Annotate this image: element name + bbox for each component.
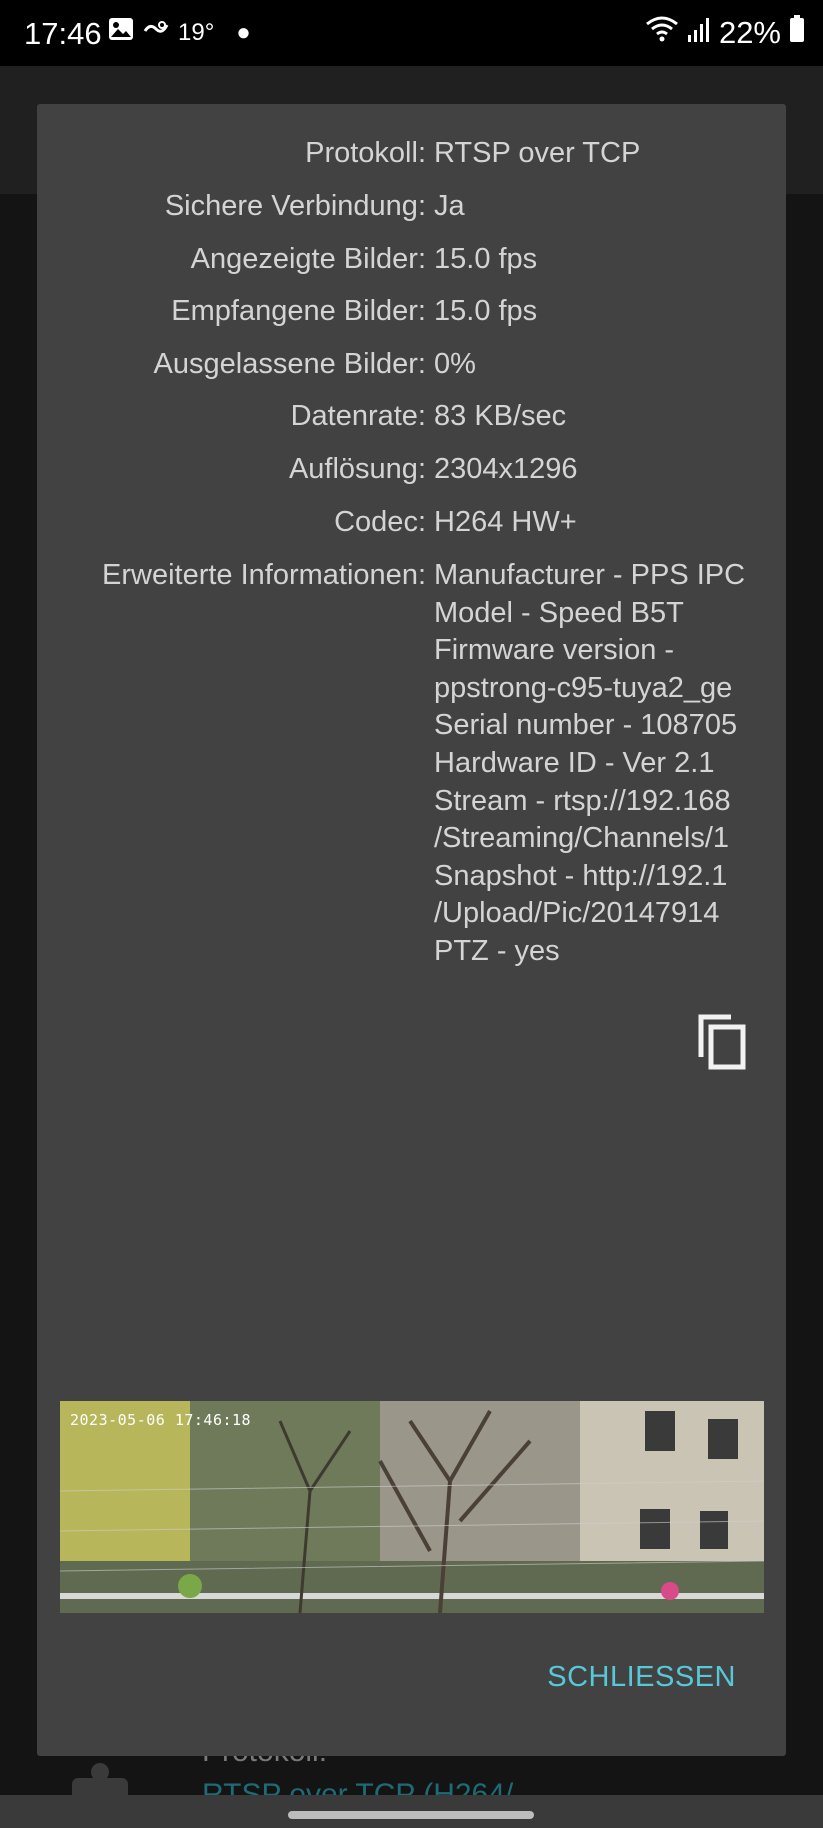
wifi-icon (645, 14, 679, 52)
info-key: Auflösung: (288, 453, 426, 485)
info-key: Empfangene Bilder: (171, 295, 426, 327)
weather-icon (142, 17, 170, 48)
info-value: H264 HW+ (434, 506, 577, 538)
extended-info-line: PTZ - yes (434, 934, 560, 967)
extended-info-line: ppstrong-c95-tuya2_ge (434, 671, 733, 704)
status-icons-left: 19° ● (108, 17, 251, 48)
extended-info-line: /Upload/Pic/20147914 (434, 897, 720, 930)
info-value: 2304x1296 (434, 453, 578, 485)
stream-info-dialog: Protokoll: RTSP over TCP Sichere Verbind… (37, 104, 786, 1756)
clock: 17:46 (24, 16, 102, 51)
extended-info-line: Firmware version - (434, 634, 675, 667)
extended-info-line: Stream - rtsp://192.168 (434, 784, 731, 817)
info-value: RTSP over TCP (434, 137, 641, 169)
close-button[interactable]: SCHLIESSEN (547, 1661, 736, 1694)
info-key: Ausgelassene Bilder: (153, 348, 426, 380)
info-key: Sichere Verbindung: (164, 190, 426, 222)
copy-icon (697, 1014, 749, 1075)
info-value: Ja (434, 190, 465, 222)
extended-info-line: Serial number - 108705 (434, 709, 738, 742)
signal-icon (687, 15, 711, 51)
info-key: Protokoll: (305, 137, 426, 169)
camera-preview-image: 2023-05-06 17:46:18 (60, 1401, 764, 1613)
gallery-icon (108, 17, 134, 48)
extended-info-line: Model - Speed B5T (434, 596, 684, 629)
extended-info-line: Manufacturer - PPS IPC (434, 559, 746, 591)
battery-icon (789, 15, 805, 51)
extended-info-line: Snapshot - http://192.1 (434, 859, 728, 892)
extended-info-key: Erweiterte Informationen: (102, 559, 426, 591)
gesture-handle[interactable] (288, 1811, 534, 1819)
info-value: 83 KB/sec (434, 400, 567, 432)
info-value: 15.0 fps (434, 243, 538, 275)
battery-level: 22% (718, 15, 781, 50)
info-key: Codec: (334, 506, 426, 538)
status-icons-right: 22% (645, 14, 805, 52)
info-value: 0% (434, 348, 476, 380)
info-value: 15.0 fps (434, 295, 538, 327)
info-key: Angezeigte Bilder: (190, 243, 426, 275)
status-bar: 17:46 19° ● 22% (0, 0, 823, 66)
info-key: Datenrate: (290, 400, 426, 432)
temperature: 19° (178, 18, 215, 46)
copy-button[interactable] (697, 1013, 749, 1071)
extended-info-value[interactable]: Manufacturer - PPS IPC Model - Speed B5T… (434, 557, 762, 971)
dot-icon: ● (236, 18, 251, 46)
preview-timestamp: 2023-05-06 17:46:18 (70, 1411, 252, 1429)
extended-info-line: Hardware ID - Ver 2.1 (434, 746, 715, 779)
extended-info-line: /Streaming/Channels/1 (434, 822, 729, 855)
camera-scene (60, 1401, 764, 1613)
